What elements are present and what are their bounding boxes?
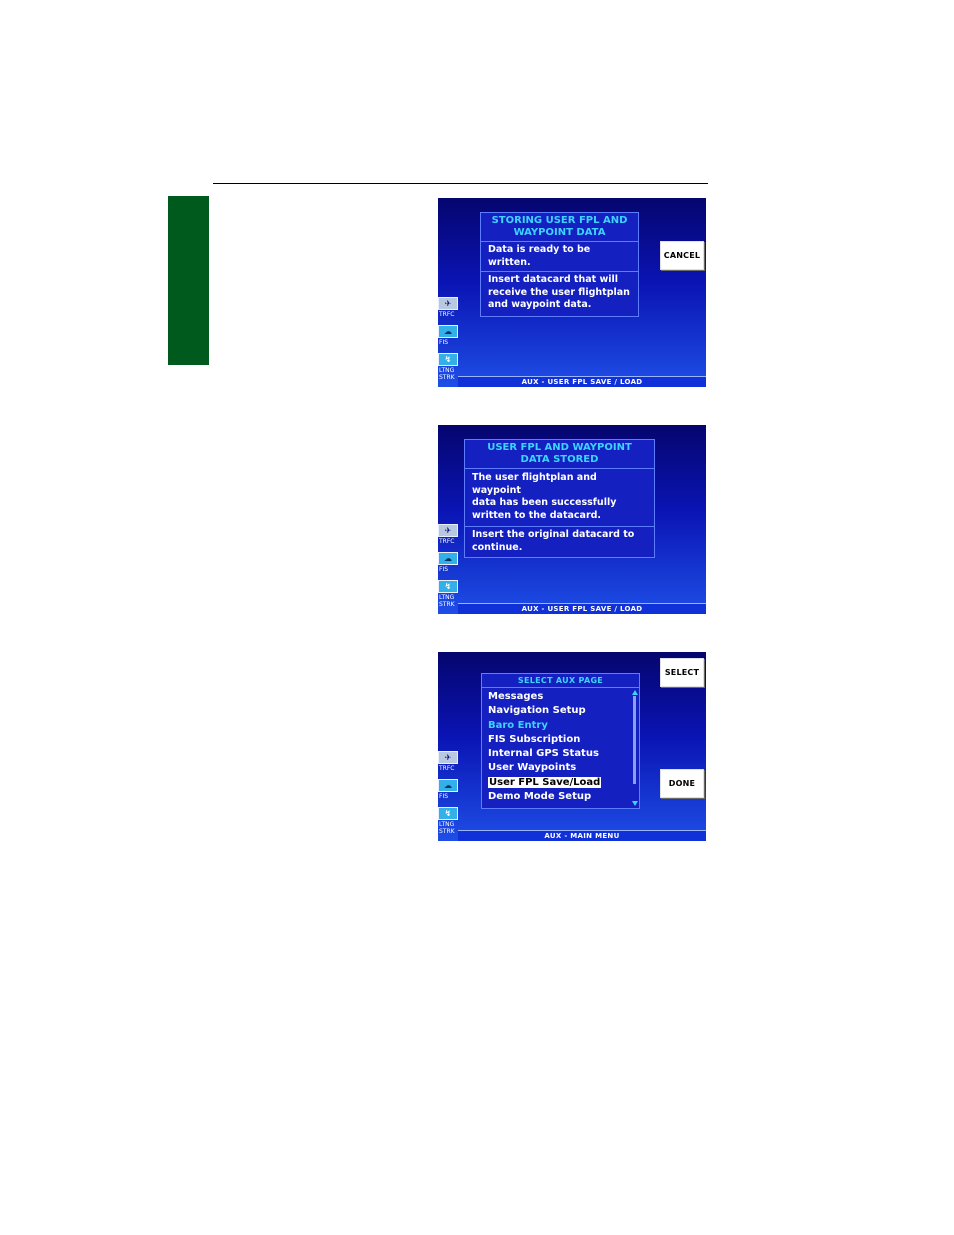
menu-item-navigation-setup[interactable]: Navigation Setup xyxy=(488,704,639,718)
menu-item-fis-subscription[interactable]: FIS Subscription xyxy=(488,733,639,747)
section-tab xyxy=(168,196,209,365)
screen-storing-data: ✈ TRFC ☁ FIS ↯ LTNG STRK STORING USER FPL… xyxy=(438,198,706,387)
menu-item-messages[interactable]: Messages xyxy=(488,690,639,704)
status-bar: AUX - USER FPL SAVE / LOAD xyxy=(458,603,706,614)
dialog-title: STORING USER FPL AND WAYPOINT DATA xyxy=(481,213,638,242)
menu-title: SELECT AUX PAGE xyxy=(482,674,639,688)
header-rule xyxy=(213,183,708,184)
status-bar: AUX - USER FPL SAVE / LOAD xyxy=(458,376,706,387)
menu-item-user-fpl-save-load[interactable]: User FPL Save/Load xyxy=(488,776,639,790)
menu-scrollbar[interactable] xyxy=(632,690,638,806)
fis-icon[interactable]: ☁ xyxy=(438,779,458,792)
lightning-label: LTNG STRK xyxy=(439,367,455,381)
status-bar: AUX - MAIN MENU xyxy=(458,830,706,841)
stored-dialog: USER FPL AND WAYPOINT DATA STORED The use… xyxy=(464,439,655,558)
sidebar: ✈ TRFC ☁ FIS ↯ LTNG STRK xyxy=(438,297,458,381)
traffic-label: TRFC xyxy=(439,311,455,318)
cancel-button[interactable]: CANCEL xyxy=(660,241,704,270)
lightning-icon[interactable]: ↯ xyxy=(438,353,458,366)
menu-list: Messages Navigation Setup Baro Entry FIS… xyxy=(482,688,639,804)
screen-data-stored: ✈ TRFC ☁ FIS ↯ LTNG STRK USER FPL AND WAY… xyxy=(438,425,706,614)
menu-item-internal-gps-status[interactable]: Internal GPS Status xyxy=(488,747,639,761)
sidebar: ✈ TRFC ☁ FIS ↯ LTNG STRK xyxy=(438,524,458,608)
ready-message: Data is ready to be written. xyxy=(488,244,591,268)
insert-message: Insert datacard that will receive the us… xyxy=(481,271,638,316)
aux-page-menu: SELECT AUX PAGE Messages Navigation Setu… xyxy=(481,673,640,809)
screen-aux-main-menu: ✈ TRFC ☁ FIS ↯ LTNG STRK SELECT AUX PAGE … xyxy=(438,652,706,841)
traffic-icon[interactable]: ✈ xyxy=(438,524,458,537)
done-button[interactable]: DONE xyxy=(660,769,704,798)
traffic-label: TRFC xyxy=(439,765,455,772)
menu-item-baro-entry[interactable]: Baro Entry xyxy=(488,719,639,733)
fis-icon[interactable]: ☁ xyxy=(438,325,458,338)
fis-icon[interactable]: ☁ xyxy=(438,552,458,565)
insert-original-message: Insert the original datacard to continue… xyxy=(465,526,654,557)
menu-item-user-waypoints[interactable]: User Waypoints xyxy=(488,761,639,775)
sidebar: ✈ TRFC ☁ FIS ↯ LTNG STRK xyxy=(438,751,458,835)
success-message: The user flightplan and waypoint data ha… xyxy=(472,472,617,521)
select-button[interactable]: SELECT xyxy=(660,658,704,687)
menu-item-demo-mode-setup[interactable]: Demo Mode Setup xyxy=(488,790,639,804)
traffic-icon[interactable]: ✈ xyxy=(438,751,458,764)
dialog-title: USER FPL AND WAYPOINT DATA STORED xyxy=(465,440,654,469)
scroll-thumb[interactable] xyxy=(633,696,636,784)
scroll-up-icon[interactable] xyxy=(632,690,638,695)
traffic-label: TRFC xyxy=(439,538,455,545)
storing-dialog: STORING USER FPL AND WAYPOINT DATA Data i… xyxy=(480,212,639,317)
scroll-down-icon[interactable] xyxy=(632,801,638,806)
fis-label: FIS xyxy=(439,339,449,346)
lightning-label: LTNG STRK xyxy=(439,594,455,608)
fis-label: FIS xyxy=(439,566,449,573)
lightning-icon[interactable]: ↯ xyxy=(438,807,458,820)
fis-label: FIS xyxy=(439,793,449,800)
lightning-icon[interactable]: ↯ xyxy=(438,580,458,593)
lightning-label: LTNG STRK xyxy=(439,821,455,835)
traffic-icon[interactable]: ✈ xyxy=(438,297,458,310)
